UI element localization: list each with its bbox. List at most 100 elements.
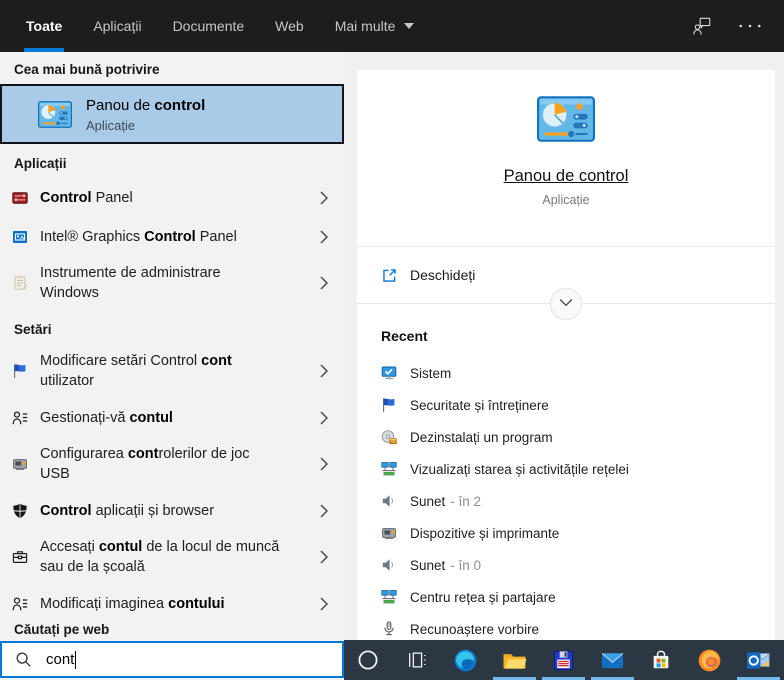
- tab-label: Documente: [173, 18, 245, 34]
- microphone-icon: [381, 621, 397, 637]
- admin-tools-icon: [12, 275, 28, 291]
- result-item[interactable]: Instrumente de administrare Windows: [0, 256, 344, 310]
- search-input[interactable]: cont: [0, 641, 344, 678]
- search-query-text: cont: [46, 651, 74, 668]
- best-match-subtitle: Aplicație: [86, 118, 205, 133]
- search-results-panel: Cea mai bună potrivire Panou de control …: [0, 52, 344, 680]
- recent-item-label: Recunoaștere vorbire: [410, 622, 539, 637]
- recent-item[interactable]: Sunet- în 0: [357, 549, 775, 581]
- chevron-right-icon[interactable]: [312, 597, 328, 611]
- result-item-label: Instrumente de administrare Windows: [40, 263, 221, 303]
- uninstall-icon: [381, 429, 397, 445]
- edge-icon: [453, 648, 478, 673]
- recent-item[interactable]: Vizualizați starea și activitățile rețel…: [357, 453, 775, 485]
- result-item-label: Modificați imaginea contului: [40, 594, 225, 614]
- more-options-icon[interactable]: [738, 23, 762, 29]
- recent-item-label: Sunet: [410, 558, 445, 573]
- result-item-label: Modificare setări Control cont utilizato…: [40, 351, 232, 391]
- taskbar-store-icon[interactable]: [637, 640, 686, 680]
- preview-title-link[interactable]: Panou de control: [357, 167, 775, 186]
- filter-tabs: Toate Aplicații Documente Web Mai multe: [0, 0, 416, 52]
- tab-documente[interactable]: Documente: [171, 0, 247, 52]
- result-item[interactable]: Accesați contul de la locul de muncă sau…: [0, 530, 344, 584]
- tab-label: Mai multe: [335, 18, 396, 34]
- result-item-label: Accesați contul de la locul de muncă sau…: [40, 537, 279, 577]
- taskbar-cortana-icon[interactable]: [344, 640, 393, 680]
- best-match-header: Cea mai bună potrivire: [0, 52, 344, 84]
- control-panel-icon: [38, 101, 72, 128]
- speaker-icon: [381, 557, 397, 573]
- best-match-text: Panou de control Aplicație: [86, 96, 205, 133]
- recent-item[interactable]: Sunet- în 2: [357, 485, 775, 517]
- intel-graphics-icon: [12, 229, 28, 245]
- divider: [357, 303, 775, 304]
- tab-toate[interactable]: Toate: [24, 0, 64, 52]
- chevron-right-icon[interactable]: [312, 550, 328, 564]
- recent-item-label: Dispozitive și imprimante: [410, 526, 559, 541]
- chevron-right-icon[interactable]: [312, 411, 328, 425]
- taskbar-firefox-icon[interactable]: [686, 640, 735, 680]
- chevron-right-icon[interactable]: [312, 276, 328, 290]
- open-icon: [381, 267, 398, 284]
- result-item[interactable]: Control aplicații și browser: [0, 491, 344, 530]
- firefox-icon: [697, 648, 722, 673]
- recent-item-label: Centru rețea și partajare: [410, 590, 556, 605]
- recent-item[interactable]: Dispozitive și imprimante: [357, 517, 775, 549]
- feedback-icon[interactable]: [692, 16, 712, 36]
- recent-item[interactable]: Securitate și întreținere: [357, 389, 775, 421]
- user-account-icon: [12, 410, 28, 426]
- tab-aplicații[interactable]: Aplicații: [91, 0, 143, 52]
- recent-item-label: Securitate și întreținere: [410, 398, 549, 413]
- chevron-down-icon: [556, 292, 576, 317]
- dropdown-caret-icon: [404, 23, 414, 29]
- chevron-right-icon[interactable]: [312, 364, 328, 378]
- search-icon: [15, 651, 32, 668]
- topbar-icons: [692, 0, 784, 52]
- recent-item[interactable]: Sistem: [357, 357, 775, 389]
- expand-button[interactable]: [550, 288, 582, 320]
- taskbar-legacy-app-icon[interactable]: [539, 640, 588, 680]
- result-item-label: Control aplicații și browser: [40, 501, 214, 521]
- chevron-right-icon[interactable]: [312, 191, 328, 205]
- text-caret: [75, 651, 76, 669]
- cortana-icon: [356, 648, 380, 672]
- tab-mai-multe[interactable]: Mai multe: [333, 0, 417, 52]
- preview-hero: [357, 96, 775, 142]
- recent-item[interactable]: Centru rețea și partajare: [357, 581, 775, 613]
- mail-icon: [600, 650, 625, 671]
- recent-list: Sistem Securitate și întreținere Dezinstal…: [357, 357, 775, 640]
- section-header: Aplicații: [0, 144, 344, 178]
- result-item[interactable]: Intel® Graphics Control Panel: [0, 217, 344, 256]
- chevron-right-icon[interactable]: [312, 504, 328, 518]
- recent-item[interactable]: Dezinstalați un program: [357, 421, 775, 453]
- taskbar-mail-icon[interactable]: [588, 640, 637, 680]
- briefcase-icon: [12, 549, 28, 565]
- taskbar-edge-icon[interactable]: [442, 640, 491, 680]
- chevron-right-icon[interactable]: [312, 457, 328, 471]
- tab-web[interactable]: Web: [273, 0, 306, 52]
- defender-shield-icon: [12, 503, 28, 519]
- taskbar-task-view-icon[interactable]: [393, 640, 442, 680]
- result-item[interactable]: Modificare setări Control cont utilizato…: [0, 344, 344, 398]
- preview-card: Panou de control Aplicație Deschideți Re…: [357, 70, 775, 640]
- recent-item-label: Sistem: [410, 366, 451, 381]
- legacy-app-icon: [552, 649, 575, 672]
- outlook-icon: [746, 649, 771, 672]
- taskbar-outlook-icon[interactable]: [734, 640, 783, 680]
- tab-label: Web: [275, 18, 304, 34]
- result-item-label: Intel® Graphics Control Panel: [40, 227, 237, 247]
- taskbar-file-explorer-icon[interactable]: [490, 640, 539, 680]
- result-item[interactable]: Control Panel: [0, 178, 344, 217]
- preview-panel: Panou de control Aplicație Deschideți Re…: [344, 52, 784, 640]
- result-item[interactable]: Gestionați-vă contul: [0, 398, 344, 437]
- result-item[interactable]: Configurarea controlerilor de joc USB: [0, 437, 344, 491]
- windows-search-flyout: Toate Aplicații Documente Web Mai multe Cea …: [0, 0, 784, 680]
- recent-item[interactable]: Recunoaștere vorbire: [357, 613, 775, 640]
- chevron-right-icon[interactable]: [312, 230, 328, 244]
- task-view-icon: [406, 649, 428, 671]
- best-match-result[interactable]: Panou de control Aplicație: [0, 84, 344, 144]
- speaker-icon: [381, 493, 397, 509]
- result-item[interactable]: Modificați imaginea contului: [0, 584, 344, 623]
- devices-icon: [381, 525, 397, 541]
- recent-item-label: Sunet: [410, 494, 445, 509]
